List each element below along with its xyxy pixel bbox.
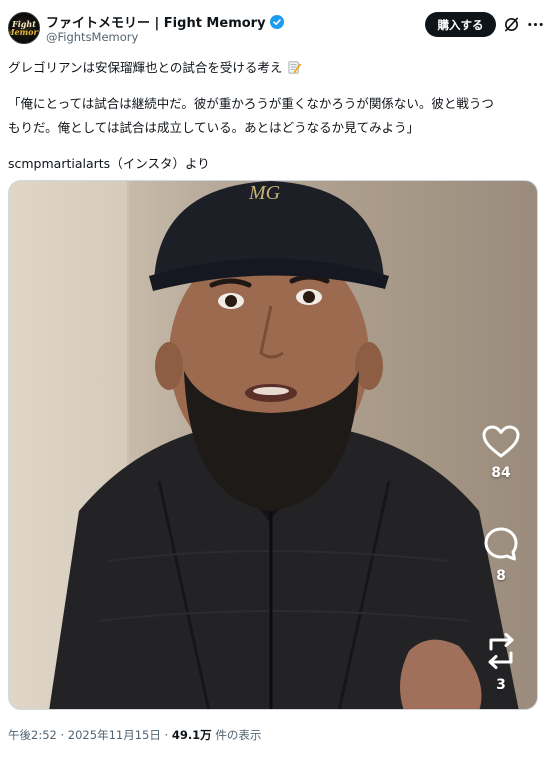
- display-name-text: ファイトメモリー | Fight Memory: [46, 16, 266, 31]
- more-options-icon[interactable]: [527, 16, 544, 33]
- meta-separator: ·: [56, 728, 68, 742]
- display-name[interactable]: ファイトメモリー | Fight Memory: [46, 12, 284, 31]
- repost-action[interactable]: 3: [471, 631, 531, 693]
- grok-icon[interactable]: [503, 16, 520, 33]
- memo-emoji-icon: [288, 61, 302, 74]
- post-date[interactable]: 2025年11月15日: [68, 728, 161, 742]
- heart-icon[interactable]: [482, 425, 520, 459]
- meta-separator: ·: [160, 728, 172, 742]
- avatar[interactable]: Fight Memory: [8, 12, 40, 44]
- repost-icon[interactable]: [483, 631, 519, 671]
- tweet-text-line: グレゴリアンは安保瑠輝也との試合を受ける考え: [8, 57, 302, 76]
- tweet: Fight Memory ファイトメモリー | Fight Memory @Fi…: [0, 0, 557, 758]
- cap-logo-text: MG: [248, 182, 281, 204]
- avatar-text-line2: Memory: [9, 26, 39, 37]
- user-handle[interactable]: @FightsMemory: [46, 30, 138, 44]
- video-frame: MG: [9, 181, 519, 709]
- view-count-suffix: 件の表示: [211, 728, 262, 742]
- video-media[interactable]: MG 84 8 3: [8, 180, 538, 710]
- like-count: 84: [491, 465, 511, 481]
- tweet-text-line2: 「俺にとっては試合は継続中だ。彼が重かろうが重くなかろうが関係ない。彼と戦うつ: [8, 96, 494, 111]
- repost-count: 3: [496, 677, 506, 693]
- post-time[interactable]: 午後2:52: [8, 728, 57, 742]
- comment-bubble-icon[interactable]: [483, 526, 519, 562]
- tweet-text-line1: グレゴリアンは安保瑠輝也との試合を受ける考え: [8, 60, 283, 75]
- verified-badge-icon: [269, 14, 284, 29]
- tweet-text-line3: もりだ。俺としては試合は成立している。あとはどうなるか見てみよう」: [8, 120, 420, 135]
- view-count[interactable]: 49.1万: [172, 728, 212, 742]
- comment-action[interactable]: 8: [471, 526, 531, 584]
- like-action[interactable]: 84: [471, 425, 531, 481]
- buy-button[interactable]: 購入する: [425, 12, 496, 37]
- tweet-meta: 午後2:52 · 2025年11月15日 · 49.1万 件の表示: [8, 727, 261, 743]
- comment-count: 8: [496, 568, 506, 584]
- tweet-text-line4: scmpmartialarts（インスタ）より: [8, 156, 210, 171]
